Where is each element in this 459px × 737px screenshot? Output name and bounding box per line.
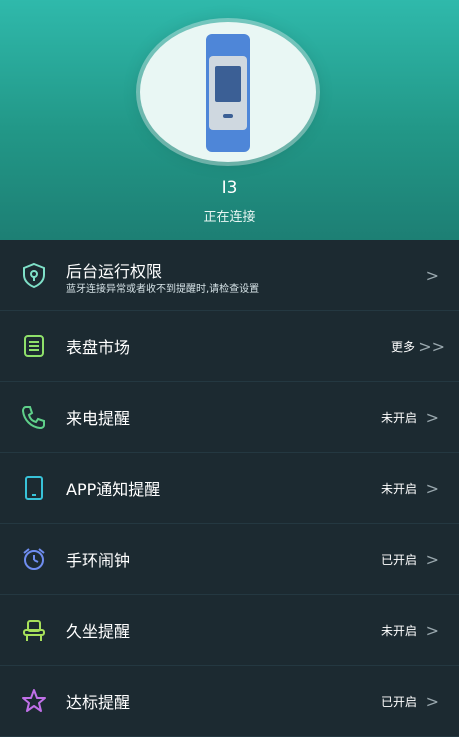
row-title: 表盘市场: [66, 338, 131, 357]
chair-icon: [20, 616, 48, 644]
row-title: 后台运行权限: [66, 262, 163, 281]
row-title: 久坐提醒: [66, 622, 131, 641]
chevron-right-icon: >: [425, 620, 439, 640]
background-permission-row[interactable]: 后台运行权限 蓝牙连接异常或者收不到提醒时,请检查设置 >: [0, 240, 459, 311]
device-name: I3: [221, 178, 238, 198]
row-title: APP通知提醒: [66, 480, 161, 499]
watchface-market-row[interactable]: 表盘市场 更多 >>: [0, 311, 459, 382]
device-image[interactable]: [140, 22, 316, 162]
status-text: 未开启: [380, 481, 417, 496]
watchface-icon: [20, 332, 48, 360]
settings-list: 后台运行权限 蓝牙连接异常或者收不到提醒时,请检查设置 > 表盘市场 更多 >>…: [0, 240, 459, 737]
device-header: I3 正在连接: [0, 0, 459, 240]
goal-reminder-row[interactable]: 达标提醒 已开启 >: [0, 666, 459, 737]
band-body: [209, 56, 247, 130]
sedentary-reminder-row[interactable]: 久坐提醒 未开启 >: [0, 595, 459, 666]
app-notification-row[interactable]: APP通知提醒 未开启 >: [0, 453, 459, 524]
chevron-right-icon: >: [425, 265, 439, 285]
status-text: 未开启: [380, 623, 417, 638]
band-icon: [206, 34, 250, 152]
band-button: [223, 114, 233, 118]
chevron-right-icon: >: [425, 407, 439, 427]
status-text: 未开启: [380, 410, 417, 425]
row-subtitle: 蓝牙连接异常或者收不到提醒时,请检查设置: [66, 284, 260, 295]
band-screen: [215, 66, 241, 102]
status-text: 已开启: [380, 552, 417, 567]
band-alarm-row[interactable]: 手环闹钟 已开启 >: [0, 524, 459, 595]
more-link[interactable]: 更多: [391, 338, 415, 355]
row-title: 来电提醒: [66, 409, 131, 428]
call-reminder-row[interactable]: 来电提醒 未开启 >: [0, 382, 459, 453]
tablet-icon: [20, 474, 48, 502]
connection-status: 正在连接: [203, 210, 256, 225]
phone-icon: [20, 403, 48, 431]
alarm-clock-icon: [20, 545, 48, 573]
row-title: 达标提醒: [66, 693, 131, 712]
status-text: 已开启: [380, 694, 417, 709]
chevron-right-icon: >: [425, 549, 439, 569]
double-chevron-right-icon: >>: [418, 336, 445, 356]
star-icon: [20, 687, 48, 715]
row-title: 手环闹钟: [66, 551, 131, 570]
chevron-right-icon: >: [425, 478, 439, 498]
shield-icon: [20, 261, 48, 289]
